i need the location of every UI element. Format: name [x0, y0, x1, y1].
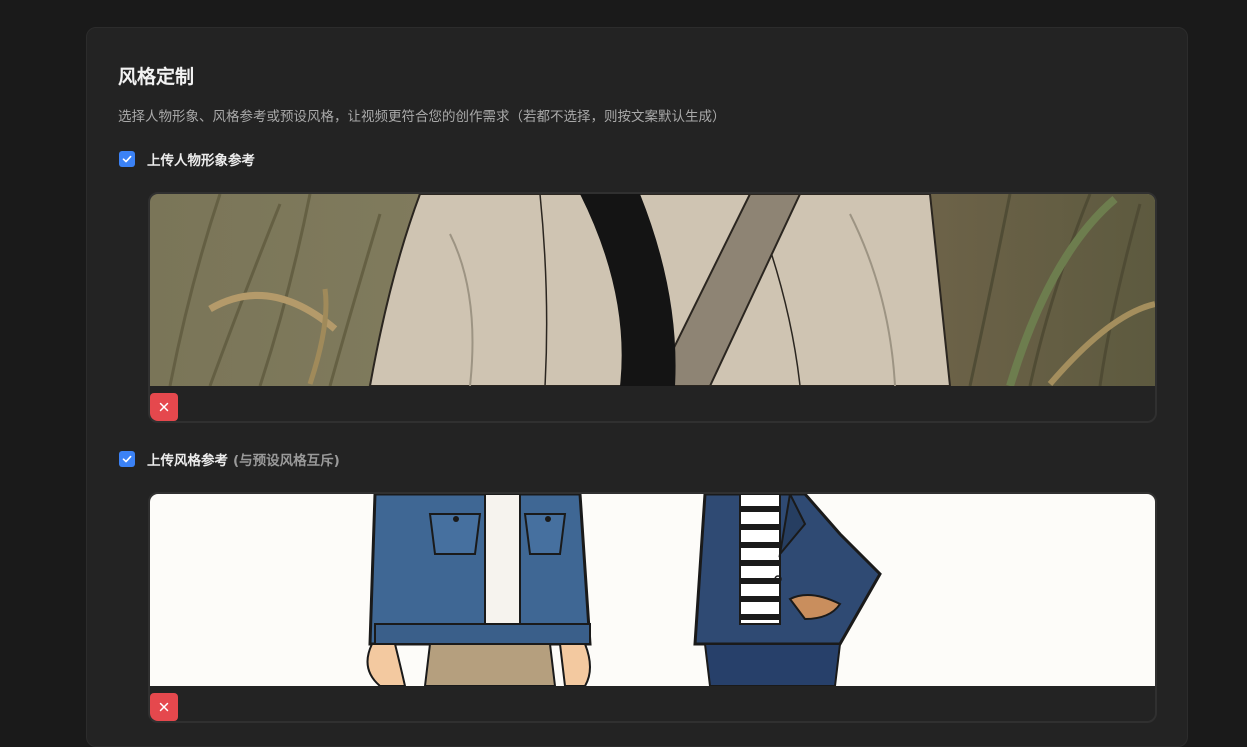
style-ref-checkbox[interactable]	[119, 451, 135, 467]
close-icon	[159, 702, 169, 712]
remove-character-ref-button[interactable]	[150, 393, 178, 421]
style-ref-option[interactable]: 上传风格参考 (与预设风格互斥)	[119, 449, 340, 469]
close-icon	[159, 402, 169, 412]
check-icon	[122, 155, 132, 163]
style-customization-panel: 风格定制 选择人物形象、风格参考或预设风格，让视频更符合您的创作需求（若都不选择…	[86, 27, 1188, 747]
remove-style-ref-button[interactable]	[150, 693, 178, 721]
section-description: 选择人物形象、风格参考或预设风格，让视频更符合您的创作需求（若都不选择，则按文案…	[118, 109, 726, 125]
style-ref-label: 上传风格参考	[147, 453, 228, 469]
character-ref-option[interactable]: 上传人物形象参考	[119, 149, 255, 169]
style-ref-image	[150, 494, 1155, 686]
character-ref-image	[150, 194, 1155, 386]
character-ref-label: 上传人物形象参考	[147, 153, 255, 169]
character-ref-checkbox[interactable]	[119, 151, 135, 167]
character-ref-preview	[148, 192, 1157, 423]
style-ref-preview	[148, 492, 1157, 723]
check-icon	[122, 455, 132, 463]
style-ref-hint: (与预设风格互斥)	[233, 453, 340, 469]
section-title: 风格定制	[118, 66, 195, 88]
